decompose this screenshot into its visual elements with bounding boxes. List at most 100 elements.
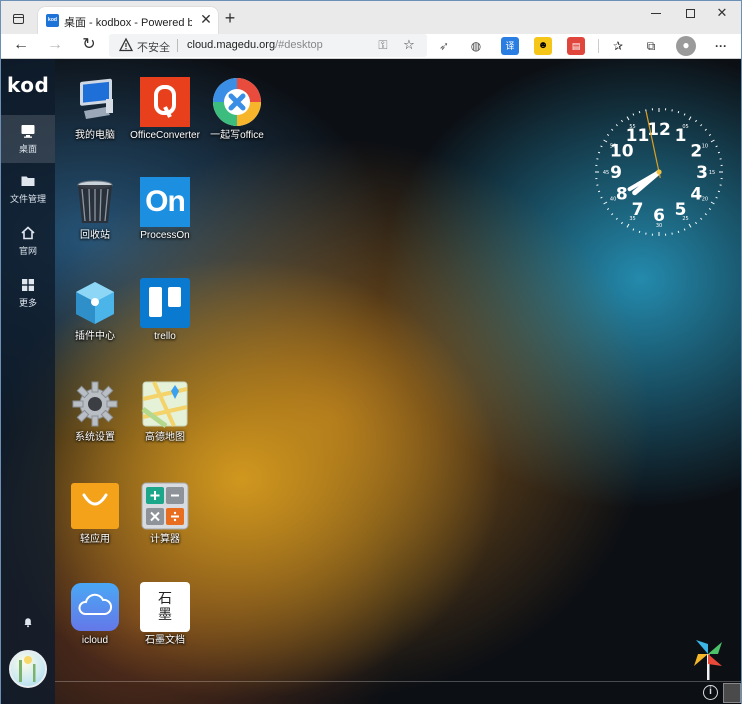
sidebar-item-more[interactable]: 更多	[1, 269, 55, 317]
title-bar: kod 桌面 - kodbox - Powered by kod ✕ + ✕	[1, 1, 741, 34]
reload-button[interactable]: ↻	[77, 34, 101, 58]
user-avatar[interactable]	[9, 650, 47, 688]
sidebar: kod 桌面 文件管理 官网 更多	[1, 59, 55, 704]
tab-close-icon[interactable]: ✕	[198, 11, 214, 27]
app-plugin-center[interactable]: 插件中心	[61, 278, 129, 368]
app-shimo-docs[interactable]: 石墨 石墨文档	[131, 582, 199, 672]
analog-clock: 55 0510152025303540455012 1234567891011	[595, 108, 723, 236]
clock-tick	[700, 124, 703, 127]
app-calculator[interactable]: 计算器	[131, 481, 199, 571]
app-icloud[interactable]: icloud	[61, 582, 129, 672]
extension-bird-icon[interactable]: ➶	[435, 37, 453, 55]
address-bar[interactable]: 不安全 cloud.magedu.org/#desktop ⚿ ☆	[109, 34, 427, 57]
extension-globe-icon[interactable]: ◍	[467, 37, 485, 55]
folder-icon	[21, 176, 35, 186]
app-amap[interactable]: 高德地图	[131, 379, 199, 469]
clock-hour-label: 2	[690, 142, 702, 162]
clock-tick	[688, 116, 692, 121]
extension-face-icon[interactable]: ☻	[534, 37, 552, 55]
clock-tick	[626, 223, 630, 228]
settings-menu-button[interactable]: ···	[712, 37, 730, 55]
favicon-icon: kod	[46, 14, 59, 27]
pinwheel-icon[interactable]	[691, 636, 725, 680]
clock-tick	[695, 119, 698, 123]
url-path: /#desktop	[275, 39, 323, 51]
clock-tick	[708, 133, 712, 136]
new-tab-button[interactable]: +	[220, 8, 240, 28]
app-light-app[interactable]: 轻应用	[61, 481, 129, 571]
clock-tick	[700, 217, 703, 220]
clock-hour-label: 5	[675, 200, 687, 220]
clock-tick	[688, 223, 692, 228]
clock-tick	[606, 133, 610, 136]
profile-avatar-icon[interactable]: ●	[676, 36, 696, 56]
info-icon[interactable]: i	[703, 685, 718, 700]
clock-tick	[632, 113, 635, 116]
key-icon[interactable]: ⚿	[375, 37, 391, 53]
clock-tick	[603, 201, 608, 205]
clock-tick	[611, 213, 614, 216]
warning-icon[interactable]	[119, 38, 133, 52]
sidebar-item-files[interactable]: 文件管理	[1, 165, 55, 213]
app-trello[interactable]: trello	[131, 278, 199, 368]
clock-tick	[704, 128, 707, 131]
sidebar-item-label: 官网	[18, 246, 37, 256]
settings-gear-icon	[72, 381, 118, 427]
clock-tick	[632, 228, 635, 231]
forward-button[interactable]: →	[43, 34, 67, 58]
browser-window: kod 桌面 - kodbox - Powered by kod ✕ + ✕ ←…	[0, 0, 742, 704]
kod-logo[interactable]: kod	[7, 73, 49, 97]
extension-red-icon[interactable]: ▤	[567, 37, 585, 55]
url-text[interactable]: cloud.magedu.org/#desktop	[187, 39, 323, 51]
icloud-icon	[71, 583, 119, 631]
notification-toggle[interactable]	[723, 683, 741, 703]
monitor-icon	[21, 125, 35, 138]
clock-tick	[677, 110, 680, 114]
collections-icon[interactable]: ⧉	[642, 37, 660, 55]
sidebar-item-desktop[interactable]: 桌面	[1, 115, 55, 163]
processon-icon: On	[140, 177, 190, 227]
clock-tick	[695, 221, 698, 225]
clock-hour-label: 3	[696, 163, 708, 183]
app-processon[interactable]: On ProcessOn	[131, 177, 199, 267]
clock-tick	[683, 228, 686, 231]
office-converter-icon	[140, 77, 190, 127]
sidebar-item-website[interactable]: 官网	[1, 217, 55, 265]
clock-tick	[611, 128, 614, 131]
back-button[interactable]: ←	[9, 34, 33, 58]
app-label: 计算器	[150, 534, 180, 545]
browser-tab[interactable]: kod 桌面 - kodbox - Powered by kod ✕	[38, 7, 218, 34]
clock-tick	[717, 190, 721, 193]
clock-tick	[620, 119, 623, 123]
app-system-settings[interactable]: 系统设置	[61, 379, 129, 469]
app-office-converter[interactable]: OfficeConverter	[130, 77, 200, 167]
clock-tick	[597, 190, 601, 193]
close-window-button[interactable]: ✕	[707, 3, 737, 23]
clock-tick	[715, 145, 718, 148]
maximize-button[interactable]	[675, 3, 705, 23]
shimo-icon: 石墨	[140, 582, 190, 632]
clock-hour-label: 1	[675, 126, 687, 146]
clock-tick	[683, 113, 686, 116]
add-favorite-icon[interactable]: ☆	[401, 37, 417, 53]
app-my-computer[interactable]: 我的电脑	[61, 77, 129, 167]
bell-icon[interactable]	[22, 616, 34, 628]
extension-translate-icon[interactable]: 译	[501, 37, 519, 55]
clock-tick	[615, 124, 618, 127]
clock-tick	[708, 208, 712, 211]
sidebar-item-label: 桌面	[18, 144, 37, 154]
tab-actions-icon[interactable]	[9, 9, 29, 29]
favorites-icon[interactable]: ✰	[609, 37, 627, 55]
app-yiqixie-office[interactable]: 一起写office	[203, 77, 271, 167]
clock-tick	[620, 221, 623, 225]
clock-tick	[600, 196, 603, 199]
app-label: trello	[154, 331, 176, 342]
clock-minute-label: 45	[603, 170, 609, 176]
app-label: ProcessOn	[140, 230, 190, 241]
insecure-label: 不安全	[137, 42, 170, 54]
calculator-icon	[141, 482, 189, 530]
minimize-button[interactable]	[641, 3, 671, 23]
taskbar-divider	[55, 681, 741, 682]
clock-tick	[677, 230, 680, 234]
app-recycle-bin[interactable]: 回收站	[61, 177, 129, 267]
